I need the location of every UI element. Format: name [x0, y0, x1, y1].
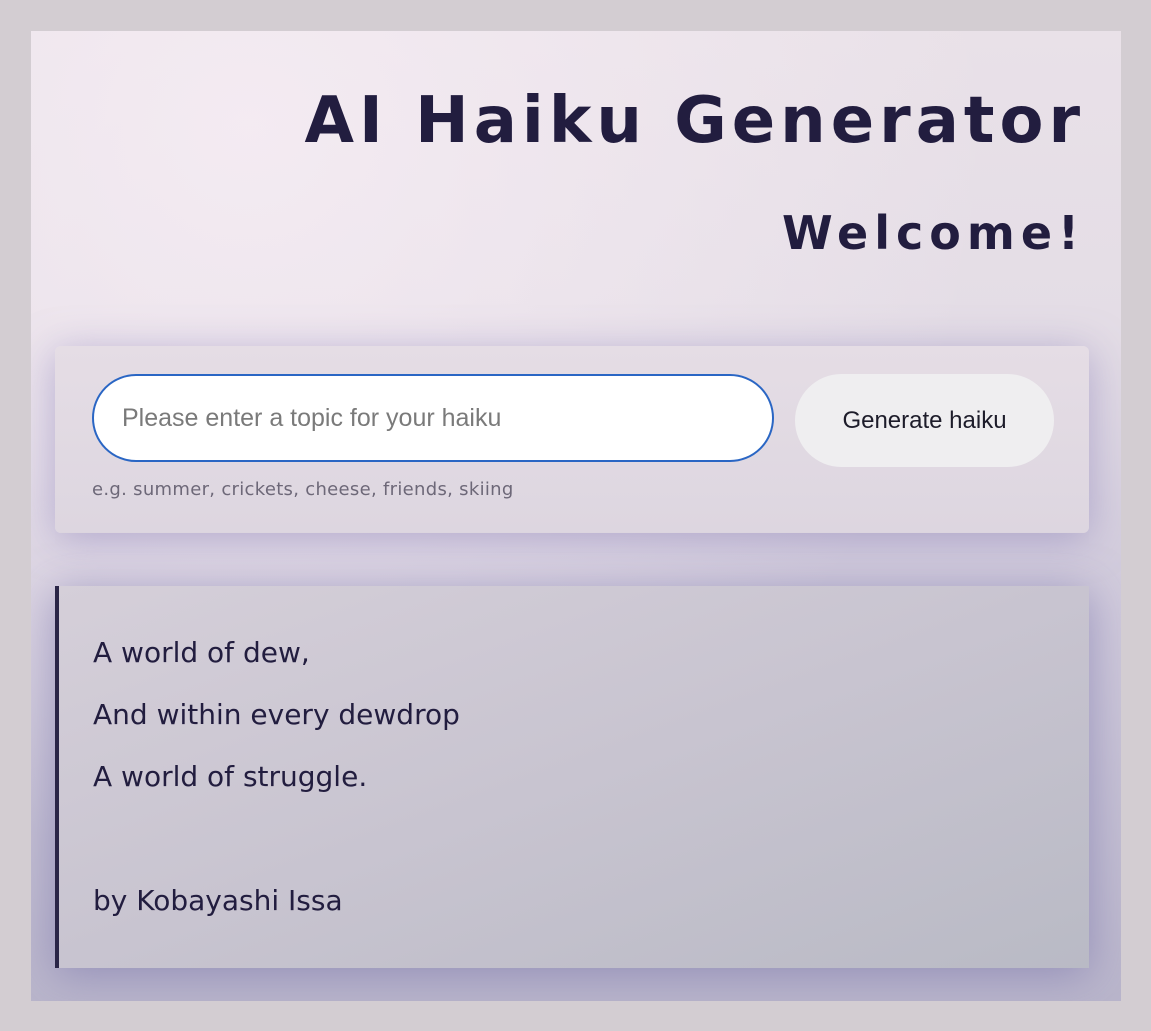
haiku-card: A world of dew, And within every dewdrop…	[55, 586, 1089, 968]
haiku-form: Generate haiku e.g. summer, crickets, ch…	[55, 346, 1089, 533]
page-title: AI Haiku Generator	[304, 84, 1085, 158]
header: AI Haiku Generator Welcome!	[305, 81, 1086, 261]
topic-input[interactable]	[92, 374, 774, 462]
topic-hint: e.g. summer, crickets, cheese, friends, …	[92, 479, 514, 500]
generate-haiku-button[interactable]: Generate haiku	[795, 374, 1054, 467]
app-page: AI Haiku Generator Welcome! Generate hai…	[31, 31, 1121, 1001]
haiku-line: A world of dew,	[93, 636, 310, 669]
haiku-line: A world of struggle.	[93, 760, 368, 793]
haiku-author: by Kobayashi Issa	[93, 884, 343, 917]
haiku-line: And within every dewdrop	[93, 698, 460, 731]
welcome-heading: Welcome!	[781, 206, 1085, 260]
